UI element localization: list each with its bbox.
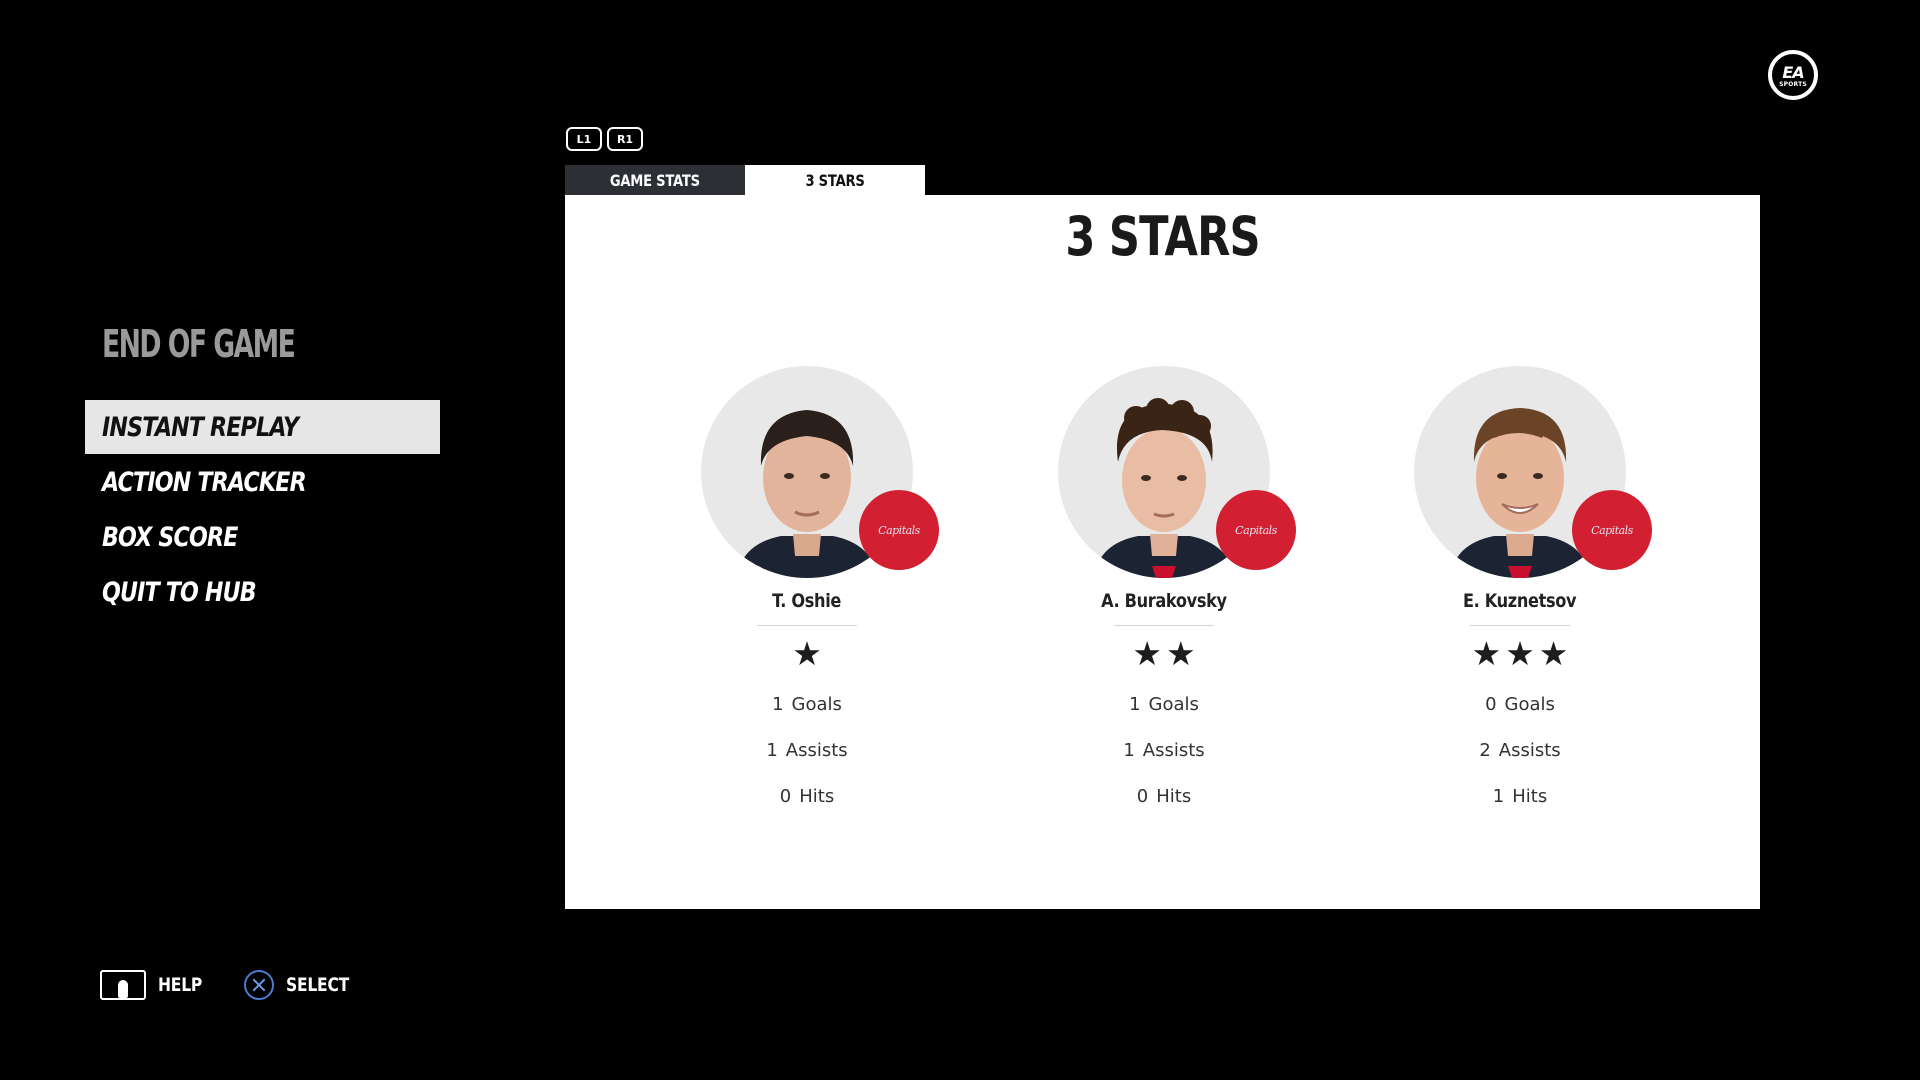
ea-sports-logo: EA SPORTS	[1768, 50, 1818, 100]
star-icon: ★	[1132, 634, 1162, 673]
panel-title-text: 3 STARS	[1065, 205, 1260, 268]
stat-value: 2	[1479, 740, 1491, 761]
ea-logo-sub: SPORTS	[1779, 80, 1807, 88]
end-of-game-menu: INSTANT REPLAY ACTION TRACKER BOX SCORE …	[85, 400, 440, 620]
stat-label: Goals	[1148, 694, 1199, 715]
divider	[757, 625, 857, 626]
touchpad-icon[interactable]	[100, 970, 146, 1000]
tab-bumpers: L1 R1	[566, 127, 643, 151]
stat-label: Goals	[1504, 694, 1555, 715]
stat-value: 0	[1136, 786, 1149, 807]
star-icon: ★	[1538, 634, 1569, 673]
stat-hits: 0 Hits	[1034, 782, 1294, 812]
player-name: A. Burakovsky	[1034, 590, 1294, 612]
player-name-text: E. Kuznetsov	[1463, 590, 1577, 612]
player-portrait: Capitals	[1414, 366, 1652, 578]
select-label[interactable]: SELECT	[286, 974, 349, 996]
team-badge-text: Capitals	[1235, 523, 1277, 537]
l1-bumper-button[interactable]: L1	[566, 127, 602, 151]
three-stars-panel: 3 STARS Capitals T. Oshie ★ 1 Goals 1 As…	[565, 195, 1760, 909]
menu-item-label: ACTION TRACKER	[102, 466, 307, 498]
capitals-logo: Capitals	[1572, 490, 1652, 570]
tab-3-stars[interactable]: 3 STARS	[745, 165, 925, 195]
menu-item-label: QUIT TO HUB	[102, 576, 257, 608]
stat-value: 1	[1492, 786, 1505, 807]
stat-goals: 1 Goals	[677, 690, 937, 720]
stat-value: 1	[766, 740, 778, 761]
menu-item-instant-replay[interactable]: INSTANT REPLAY	[85, 400, 440, 454]
stat-assists: 2 Assists	[1390, 736, 1650, 766]
tab-game-stats[interactable]: GAME STATS	[565, 165, 745, 195]
stat-label: Hits	[799, 786, 835, 807]
star-icon: ★	[792, 634, 822, 673]
stat-hits: 1 Hits	[1390, 782, 1650, 812]
tab-bar: GAME STATS 3 STARS	[565, 165, 925, 195]
player-portrait: Capitals	[701, 366, 939, 578]
stat-value: 0	[779, 786, 792, 807]
capitals-logo: Capitals	[1216, 490, 1296, 570]
player-card: Capitals T. Oshie ★ 1 Goals 1 Assists 0 Hit…	[677, 366, 939, 812]
help-label[interactable]: HELP	[158, 974, 202, 996]
star-icon: ★	[1505, 634, 1535, 673]
divider	[1114, 625, 1214, 626]
stat-goals: 0 Goals	[1390, 690, 1650, 720]
stat-value: 1	[1123, 740, 1135, 761]
ea-logo-mark: EA	[1782, 62, 1804, 82]
menu-item-label: BOX SCORE	[102, 521, 238, 553]
capitals-logo: Capitals	[859, 490, 939, 570]
player-name: T. Oshie	[677, 590, 937, 612]
team-badge-text: Capitals	[1591, 523, 1633, 537]
star-icon: ★	[1471, 634, 1502, 673]
player-name-text: A. Burakovsky	[1101, 590, 1227, 612]
stat-label: Hits	[1512, 786, 1548, 807]
stat-value: 1	[1129, 694, 1141, 715]
stat-value: 0	[1485, 694, 1497, 715]
star-rating: ★	[677, 634, 937, 674]
star-rating: ★ ★ ★	[1390, 634, 1650, 674]
menu-item-action-tracker[interactable]: ACTION TRACKER	[85, 455, 440, 509]
stat-hits: 0 Hits	[677, 782, 937, 812]
stat-label: Assists	[1142, 740, 1205, 761]
stat-assists: 1 Assists	[1034, 736, 1294, 766]
player-name: E. Kuznetsov	[1390, 590, 1650, 612]
r1-bumper-button[interactable]: R1	[607, 127, 643, 151]
player-card: Capitals E. Kuznetsov ★ ★ ★ 0 Goals 2 Assi…	[1390, 366, 1652, 812]
menu-item-label: INSTANT REPLAY	[102, 411, 299, 443]
menu-title: END OF GAME	[102, 322, 296, 366]
star-icon: ★	[1166, 634, 1196, 673]
menu-item-box-score[interactable]: BOX SCORE	[85, 510, 440, 564]
tab-label: 3 STARS	[805, 170, 865, 190]
stat-label: Hits	[1156, 786, 1192, 807]
menu-item-quit-to-hub[interactable]: QUIT TO HUB	[85, 565, 440, 619]
divider	[1470, 625, 1570, 626]
cross-button-icon[interactable]	[243, 970, 274, 1000]
stat-goals: 1 Goals	[1034, 690, 1294, 720]
button-prompts: HELP SELECT	[100, 970, 395, 1000]
stat-assists: 1 Assists	[677, 736, 937, 766]
panel-title: 3 STARS	[565, 205, 1760, 268]
stat-value: 1	[772, 694, 784, 715]
player-portrait: Capitals	[1058, 366, 1296, 578]
stat-label: Assists	[785, 740, 848, 761]
tab-label: GAME STATS	[610, 170, 700, 190]
team-badge-text: Capitals	[878, 523, 920, 537]
player-name-text: T. Oshie	[772, 590, 842, 612]
star-rating: ★ ★	[1034, 634, 1294, 674]
finger-icon	[118, 980, 128, 998]
stat-label: Assists	[1498, 740, 1561, 761]
player-card: Capitals A. Burakovsky ★ ★ 1 Goals 1 Assis…	[1034, 366, 1296, 812]
stat-label: Goals	[791, 694, 842, 715]
